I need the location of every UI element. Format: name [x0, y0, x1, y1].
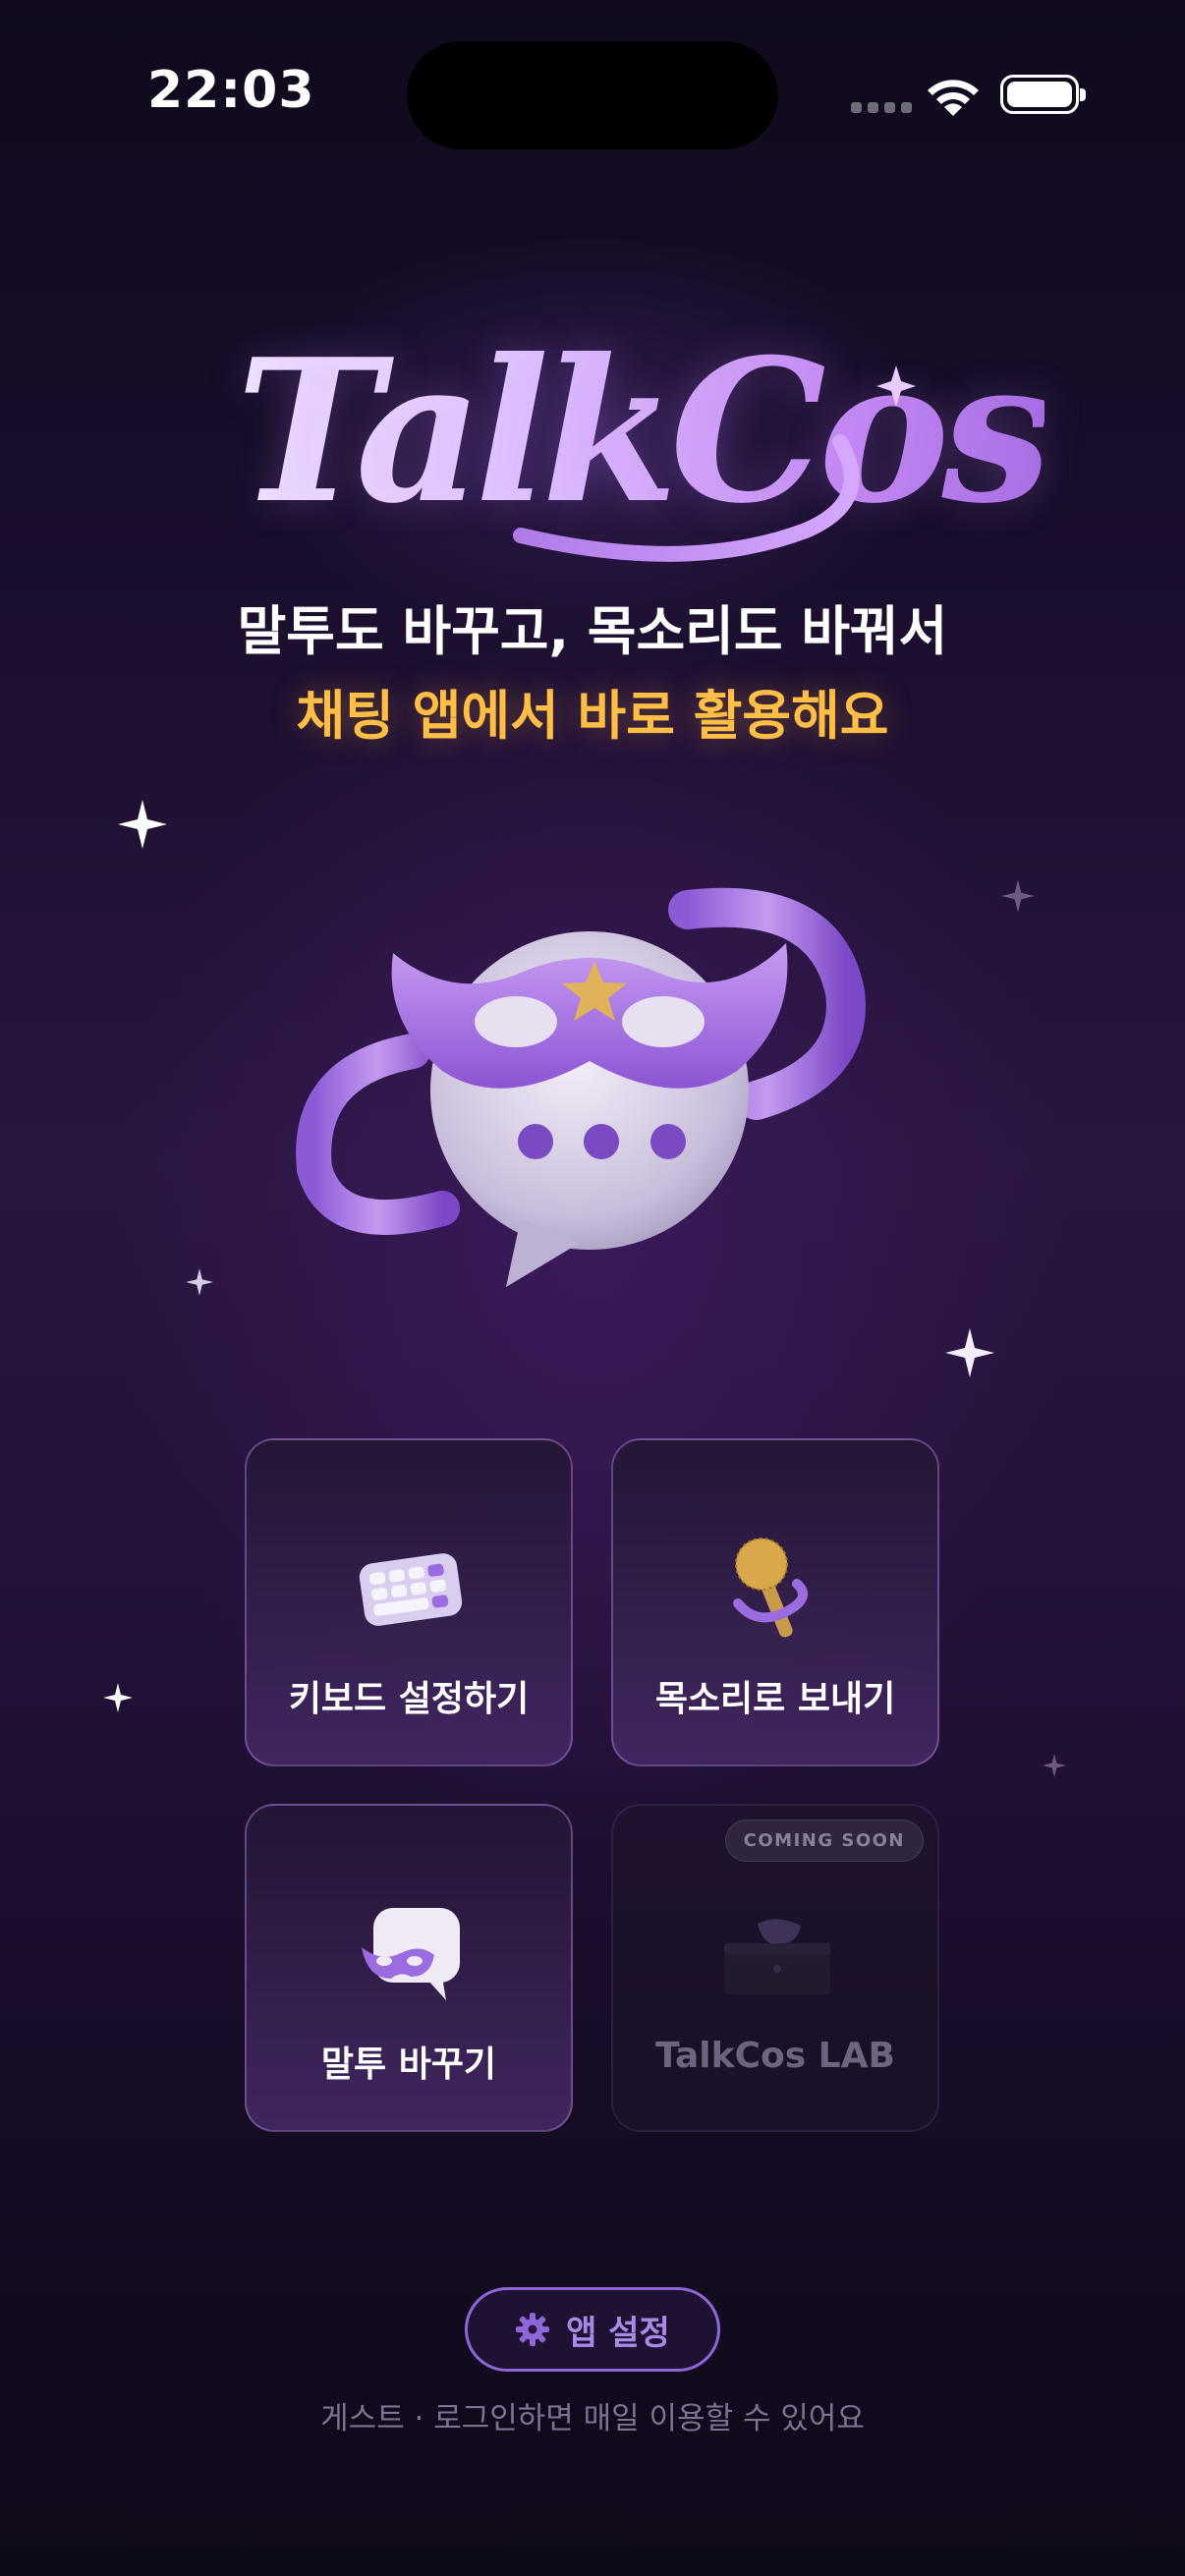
- sparkle-icon: [186, 1268, 213, 1296]
- logo-swoosh: [513, 365, 916, 562]
- cellular-signal-icon: [851, 102, 912, 113]
- sparkle-icon: [945, 1328, 994, 1377]
- send-voice-tile[interactable]: 목소리로 보내기: [611, 1438, 939, 1766]
- mask-chat-icon: [362, 1908, 460, 2000]
- sparkle-icon: [1001, 879, 1035, 913]
- gear-icon: [516, 2313, 550, 2346]
- change-tone-tile[interactable]: 말투 바꾸기: [245, 1804, 573, 2132]
- wifi-icon: [928, 80, 979, 116]
- send-voice-label: 목소리로 보내기: [654, 1679, 896, 1719]
- status-time: 22:03: [147, 61, 315, 120]
- guest-notice: 게스트 · 로그인하면 매일 이용할 수 있어요: [320, 2401, 865, 2436]
- keyboard-icon: [359, 1553, 463, 1626]
- keyboard-settings-label: 키보드 설정하기: [288, 1679, 530, 1719]
- battery-icon: [1000, 75, 1086, 114]
- dynamic-island: [407, 41, 778, 149]
- treasure-box-icon: [724, 1919, 830, 1994]
- sparkle-icon: [103, 1683, 133, 1712]
- sparkle-icon: [118, 800, 167, 849]
- tagline-accent: 채팅 앱에서 바로 활용해요: [296, 685, 889, 747]
- microphone-icon: [733, 1538, 809, 1638]
- app-logo: TalkCos: [226, 324, 1052, 580]
- keyboard-settings-tile[interactable]: 키보드 설정하기: [245, 1438, 573, 1766]
- coming-soon-badge: COMING SOON: [724, 1820, 924, 1862]
- talkcos-lab-tile[interactable]: COMING SOON TalkCos LAB: [611, 1804, 939, 2132]
- change-tone-label: 말투 바꾸기: [320, 2044, 497, 2085]
- tagline-primary: 말투도 바꾸고, 목소리도 바꿔서: [237, 600, 948, 662]
- talkcos-lab-label: TalkCos LAB: [655, 2036, 895, 2076]
- mascot-illustration: [296, 887, 866, 1287]
- sparkle-icon: [1042, 1753, 1067, 1778]
- status-bar: 22:03: [0, 0, 1185, 196]
- app-settings-label: 앱 설정: [566, 2313, 670, 2353]
- app-settings-button[interactable]: 앱 설정: [465, 2287, 720, 2372]
